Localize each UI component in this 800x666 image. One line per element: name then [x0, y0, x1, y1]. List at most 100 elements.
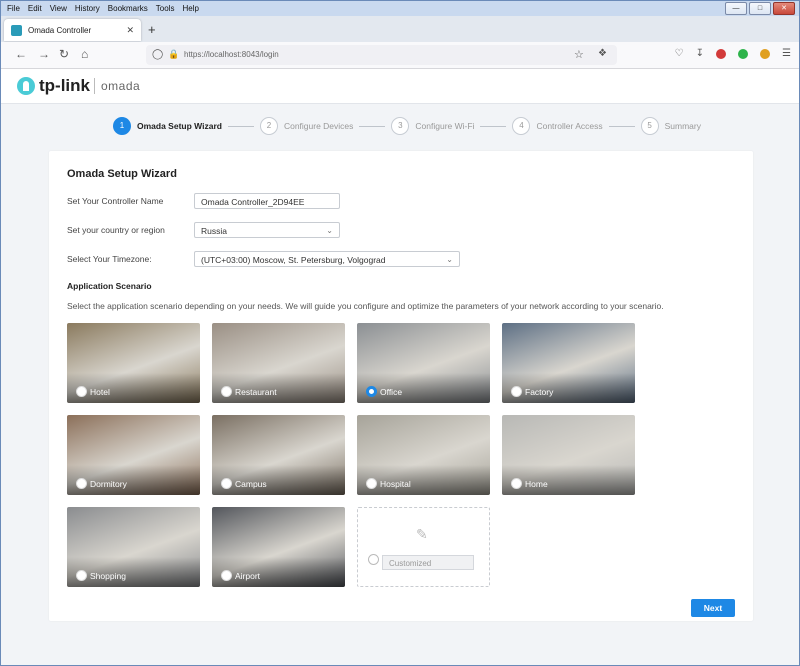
lock-icon[interactable]: 🔒: [168, 49, 179, 60]
controller-name-input[interactable]: Omada Controller_2D94EE: [194, 193, 340, 209]
next-button[interactable]: Next: [691, 599, 735, 617]
pencil-ruler-icon: ✎: [416, 526, 428, 542]
step-number: 5: [640, 117, 659, 135]
scenario-tile-hotel[interactable]: Hotel: [67, 323, 200, 403]
minimize-button[interactable]: —: [725, 2, 747, 15]
country-select[interactable]: Russia ⌄: [194, 222, 340, 238]
timezone-label: Select Your Timezone:: [67, 254, 152, 264]
window-controls: — □ ✕: [725, 2, 795, 15]
bookmark-star-icon[interactable]: ☆: [574, 48, 584, 61]
back-icon[interactable]: ←: [15, 47, 27, 61]
step-connector: [359, 125, 386, 127]
shield-icon[interactable]: ◯: [152, 49, 163, 60]
step-label: Configure Devices: [283, 121, 354, 131]
scenario-tile-shopping[interactable]: Shopping: [67, 507, 200, 587]
scenario-tile-office[interactable]: Office: [357, 323, 490, 403]
new-tab-icon[interactable]: +: [148, 22, 156, 37]
scenario-name: Office: [380, 387, 403, 397]
scenario-radio[interactable]: [76, 478, 87, 489]
extension-icon[interactable]: ❖: [598, 48, 607, 59]
home-icon[interactable]: ⌂: [81, 47, 88, 61]
scenario-radio[interactable]: [366, 386, 377, 397]
extension-color-icon[interactable]: [716, 48, 727, 59]
menu-view[interactable]: View: [46, 4, 71, 13]
hamburger-menu-icon[interactable]: ☰: [782, 48, 791, 59]
tile-shade: [67, 465, 200, 495]
url-text[interactable]: https://localhost:8043/login: [184, 50, 279, 59]
scenario-description: Select the application scenario dependin…: [67, 301, 664, 311]
scenario-tile-restaurant[interactable]: Restaurant: [212, 323, 345, 403]
step-connector: [608, 125, 635, 127]
scenario-tile-customized[interactable]: ✎ Customized: [357, 507, 490, 587]
menu-bookmarks[interactable]: Bookmarks: [104, 4, 152, 13]
controller-name-label: Set Your Controller Name: [67, 196, 164, 206]
scenario-tile-dormitory[interactable]: Dormitory: [67, 415, 200, 495]
close-tab-icon[interactable]: ✕: [126, 25, 134, 36]
addon-icon[interactable]: [760, 48, 771, 59]
tab-title: Omada Controller: [28, 25, 92, 35]
scenario-name: Hospital: [380, 479, 411, 489]
tile-shade: [212, 557, 345, 587]
maximize-button[interactable]: □: [749, 2, 771, 15]
chevron-down-icon: ⌄: [446, 255, 453, 264]
tile-shade: [67, 373, 200, 403]
toolbar-icons: ♡ ↧ ☰: [675, 48, 791, 59]
reload-icon[interactable]: ↻: [59, 47, 69, 61]
step-3: 3 Configure Wi-Fi: [391, 117, 512, 135]
menu-bar: File Edit View History Bookmarks Tools H…: [1, 1, 799, 16]
chevron-down-icon: ⌄: [326, 226, 333, 235]
menu-file[interactable]: File: [1, 4, 24, 13]
scenario-radio[interactable]: [76, 386, 87, 397]
browser-tab[interactable]: Omada Controller ✕: [4, 19, 141, 41]
scenario-radio[interactable]: [368, 554, 379, 565]
step-label: Configure Wi-Fi: [415, 121, 475, 131]
menu-history[interactable]: History: [71, 4, 104, 13]
tile-shade: [212, 465, 345, 495]
scenario-tile-hospital[interactable]: Hospital: [357, 415, 490, 495]
omada-favicon-icon: [11, 24, 22, 36]
step-number: 4: [512, 117, 531, 135]
country-label: Set your country or region: [67, 225, 165, 235]
scenario-tile-campus[interactable]: Campus: [212, 415, 345, 495]
page-content: tp-link omada 1 Omada Setup Wizard 2 Con…: [1, 69, 799, 665]
forward-icon[interactable]: →: [38, 47, 50, 61]
step-connector: [227, 125, 254, 127]
shield-extension-icon[interactable]: [738, 48, 749, 59]
timezone-select[interactable]: (UTC+03:00) Moscow, St. Petersburg, Volg…: [194, 251, 460, 267]
scenario-name: Campus: [235, 479, 267, 489]
scenario-name: Home: [525, 479, 548, 489]
scenario-name: Hotel: [90, 387, 110, 397]
menu-edit[interactable]: Edit: [24, 4, 46, 13]
scenario-tile-airport[interactable]: Airport: [212, 507, 345, 587]
pocket-icon[interactable]: ♡: [675, 48, 684, 59]
tile-shade: [357, 373, 490, 403]
browser-window: File Edit View History Bookmarks Tools H…: [0, 0, 800, 666]
scenario-heading: Application Scenario: [67, 281, 152, 291]
scenario-radio[interactable]: [366, 478, 377, 489]
step-5: 5 Summary: [640, 117, 701, 135]
scenario-radio[interactable]: [511, 386, 522, 397]
scenario-tile-factory[interactable]: Factory: [502, 323, 635, 403]
step-connector: [480, 125, 507, 127]
menu-help[interactable]: Help: [178, 4, 202, 13]
product-logo: omada: [101, 79, 141, 93]
scenario-radio[interactable]: [221, 570, 232, 581]
timezone-value: (UTC+03:00) Moscow, St. Petersburg, Volg…: [201, 255, 386, 265]
scenario-radio[interactable]: [221, 386, 232, 397]
step-number: 1: [113, 117, 131, 135]
menu-tools[interactable]: Tools: [152, 4, 179, 13]
scenario-name: Airport: [235, 571, 261, 581]
scenario-tile-home[interactable]: Home: [502, 415, 635, 495]
step-label: Summary: [664, 121, 701, 131]
address-bar[interactable]: ◯ 🔒 https://localhost:8043/login ☆ ❖: [146, 45, 617, 65]
scenario-name: Dormitory: [90, 479, 127, 489]
scenario-radio[interactable]: [511, 478, 522, 489]
download-icon[interactable]: ↧: [696, 48, 704, 59]
scenario-radio[interactable]: [76, 570, 87, 581]
tile-shade: [67, 557, 200, 587]
close-window-button[interactable]: ✕: [773, 2, 795, 15]
scenario-radio[interactable]: [221, 478, 232, 489]
tile-shade: [502, 465, 635, 495]
customized-input[interactable]: Customized: [382, 555, 474, 570]
tile-shade: [357, 465, 490, 495]
